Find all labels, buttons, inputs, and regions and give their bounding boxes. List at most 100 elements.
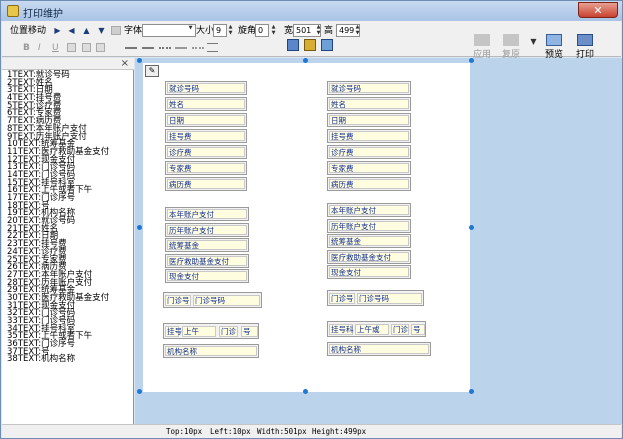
layout-icon[interactable] xyxy=(321,39,333,51)
right-payment-box[interactable]: 现金支付 xyxy=(327,265,411,279)
toolbar: 位置移动 ▶ ◀ ▲ ▼ 字体 ▼ 大小 9 ▲ ▼ 旋角 0 ▲ ▼ 宽 501 … xyxy=(2,21,621,60)
right-registration-group-cell[interactable]: 号 xyxy=(411,324,425,335)
left-field-box-text: 就诊号码 xyxy=(167,83,245,93)
right-payment-box-text: 历年账户支付 xyxy=(329,220,409,231)
apply-button[interactable]: 应用 xyxy=(473,34,491,60)
right-payment-box[interactable]: 历年账户支付 xyxy=(327,218,411,233)
align-center-icon[interactable] xyxy=(82,43,91,52)
underline-button[interactable]: U xyxy=(52,41,59,55)
left-payment-box[interactable]: 统筹基金 xyxy=(165,238,249,252)
right-field-box[interactable]: 就诊号码 xyxy=(327,81,411,95)
line-dashed-icon[interactable] xyxy=(142,47,154,49)
left-field-box[interactable]: 日期 xyxy=(165,113,247,127)
left-registration-group-cell[interactable]: 挂号科 xyxy=(165,326,190,337)
right-field-box[interactable]: 姓名 xyxy=(327,97,411,111)
bold-button[interactable]: B xyxy=(23,41,30,55)
right-payment-box-text: 医疗救助基金支付 xyxy=(329,251,409,262)
rotate-spinner-icon[interactable]: ▲ ▼ xyxy=(270,24,277,37)
left-field-box[interactable]: 诊疗费 xyxy=(165,145,247,159)
size-input[interactable]: 9 xyxy=(213,24,227,37)
left-payment-box-text: 医疗救助基金支付 xyxy=(167,255,247,266)
right-field-box[interactable]: 挂号费 xyxy=(327,129,411,143)
height-label: 高 xyxy=(324,26,334,36)
right-payment-box[interactable]: 统筹基金 xyxy=(327,234,411,248)
right-field-box[interactable]: 病历费 xyxy=(327,177,411,191)
right-registration-group-cell[interactable]: 上午或 xyxy=(355,324,389,335)
rotate-label: 旋角 xyxy=(238,26,257,36)
right-payment-box[interactable]: 医疗救助基金支付 xyxy=(327,249,411,264)
restore-dropdown-icon[interactable]: ▼ xyxy=(529,37,538,46)
left-field-box[interactable]: 姓名 xyxy=(165,97,247,111)
resize-handle-bl[interactable] xyxy=(137,389,142,394)
right-payment-box[interactable]: 本年账户支付 xyxy=(327,203,411,217)
print-maintenance-window: 打印维护 ✕ 位置移动 ▶ ◀ ▲ ▼ 字体 ▼ 大小 9 ▲ ▼ 旋角 0 ▲ ▼… xyxy=(0,0,623,439)
left-field-box-text: 病历费 xyxy=(167,179,245,189)
close-icon[interactable]: × xyxy=(121,58,129,70)
left-registration-group-cell[interactable]: 号 xyxy=(241,326,258,337)
left-registration-group-cell[interactable]: 上午 xyxy=(182,326,216,337)
rotate-input[interactable]: 0 xyxy=(255,24,269,37)
width-spinner-icon[interactable]: ▲ ▼ xyxy=(315,24,322,37)
left-field-box[interactable]: 挂号费 xyxy=(165,129,247,143)
right-field-box[interactable]: 诊疗费 xyxy=(327,145,411,159)
line-double-icon[interactable] xyxy=(207,43,218,52)
window-title: 打印维护 xyxy=(23,9,63,20)
line-solid-icon[interactable] xyxy=(125,47,137,49)
right-registration-group-cell[interactable]: 挂号科 xyxy=(329,324,354,335)
left-clinic-group-cell[interactable]: 门诊号码 xyxy=(193,295,260,306)
move-right-icon[interactable]: ▶ xyxy=(53,26,62,35)
move-up-icon[interactable]: ▲ xyxy=(82,26,91,35)
line-dashdotdot-icon[interactable] xyxy=(192,47,204,49)
resize-handle-l[interactable] xyxy=(137,225,142,230)
resize-handle-t[interactable] xyxy=(303,58,308,63)
resize-handle-r[interactable] xyxy=(469,225,474,230)
chevron-down-icon[interactable]: ▼ xyxy=(187,25,194,38)
resize-handle-tr[interactable] xyxy=(469,58,474,63)
align-right-icon[interactable] xyxy=(96,43,105,52)
copy-icon[interactable] xyxy=(287,39,299,51)
right-registration-group[interactable]: 挂号科 上午或 门诊号 xyxy=(327,321,426,337)
move-down-icon[interactable]: ▼ xyxy=(97,26,106,35)
left-clinic-group[interactable]: 门诊号 门诊号码 xyxy=(163,292,262,308)
left-field-box-text: 挂号费 xyxy=(167,131,245,141)
right-field-box[interactable]: 日期 xyxy=(327,113,411,127)
print-page[interactable]: ✎ 就诊号码姓名日期挂号费诊疗费专家费病历费 就诊号码姓名日期挂号费诊疗费专家费病… xyxy=(143,63,470,392)
status-height: Height:499px xyxy=(312,427,367,436)
italic-button[interactable]: I xyxy=(38,41,41,55)
move-left-icon[interactable]: ◀ xyxy=(67,26,76,35)
left-registration-group-cell[interactable]: 门诊 xyxy=(219,326,238,337)
left-field-box[interactable]: 病历费 xyxy=(165,177,247,191)
preview-button[interactable]: 预览 xyxy=(545,34,563,60)
right-clinic-group-cell[interactable]: 门诊号码 xyxy=(357,293,422,304)
resize-handle-tl[interactable] xyxy=(137,58,142,63)
resize-handle-b[interactable] xyxy=(303,389,308,394)
close-button[interactable]: ✕ xyxy=(578,2,618,18)
left-field-box[interactable]: 就诊号码 xyxy=(165,81,247,95)
resize-handle-br[interactable] xyxy=(469,389,474,394)
status-left: Left:10px xyxy=(210,427,251,436)
left-payment-box[interactable]: 历年账户支付 xyxy=(165,222,249,237)
align-left-icon[interactable] xyxy=(67,43,76,52)
left-clinic-group-cell[interactable]: 门诊号 xyxy=(165,295,191,306)
right-clinic-group[interactable]: 门诊号 门诊号码 xyxy=(327,290,424,306)
left-payment-box[interactable]: 医疗救助基金支付 xyxy=(165,253,249,268)
right-clinic-group-cell[interactable]: 门诊号 xyxy=(329,293,355,304)
height-spinner-icon[interactable]: ▲ ▼ xyxy=(354,24,361,37)
right-field-box[interactable]: 专家费 xyxy=(327,161,411,175)
page-edit-icon[interactable]: ✎ xyxy=(145,65,159,77)
left-registration-group[interactable]: 挂号科 上午 门诊号 xyxy=(163,323,259,339)
right-registration-group-cell[interactable]: 门诊 xyxy=(391,324,409,335)
left-payment-box[interactable]: 本年账户支付 xyxy=(165,207,249,221)
left-payment-box[interactable]: 现金支付 xyxy=(165,269,249,283)
line-dashdot-icon[interactable] xyxy=(175,47,187,49)
edit-icon[interactable] xyxy=(304,39,316,51)
line-dotted-icon[interactable] xyxy=(159,47,171,49)
size-spinner-icon[interactable]: ▲ ▼ xyxy=(227,24,234,37)
right-org-box[interactable]: 机构名称 xyxy=(327,342,431,356)
left-org-box[interactable]: 机构名称 xyxy=(163,344,259,358)
field-list-item[interactable]: 38TEXT:机构名称 xyxy=(7,355,133,364)
grid-icon[interactable] xyxy=(111,26,121,35)
print-button[interactable]: 打印 xyxy=(576,34,594,60)
restore-button[interactable]: 复原 xyxy=(502,34,520,60)
left-field-box[interactable]: 专家费 xyxy=(165,161,247,175)
